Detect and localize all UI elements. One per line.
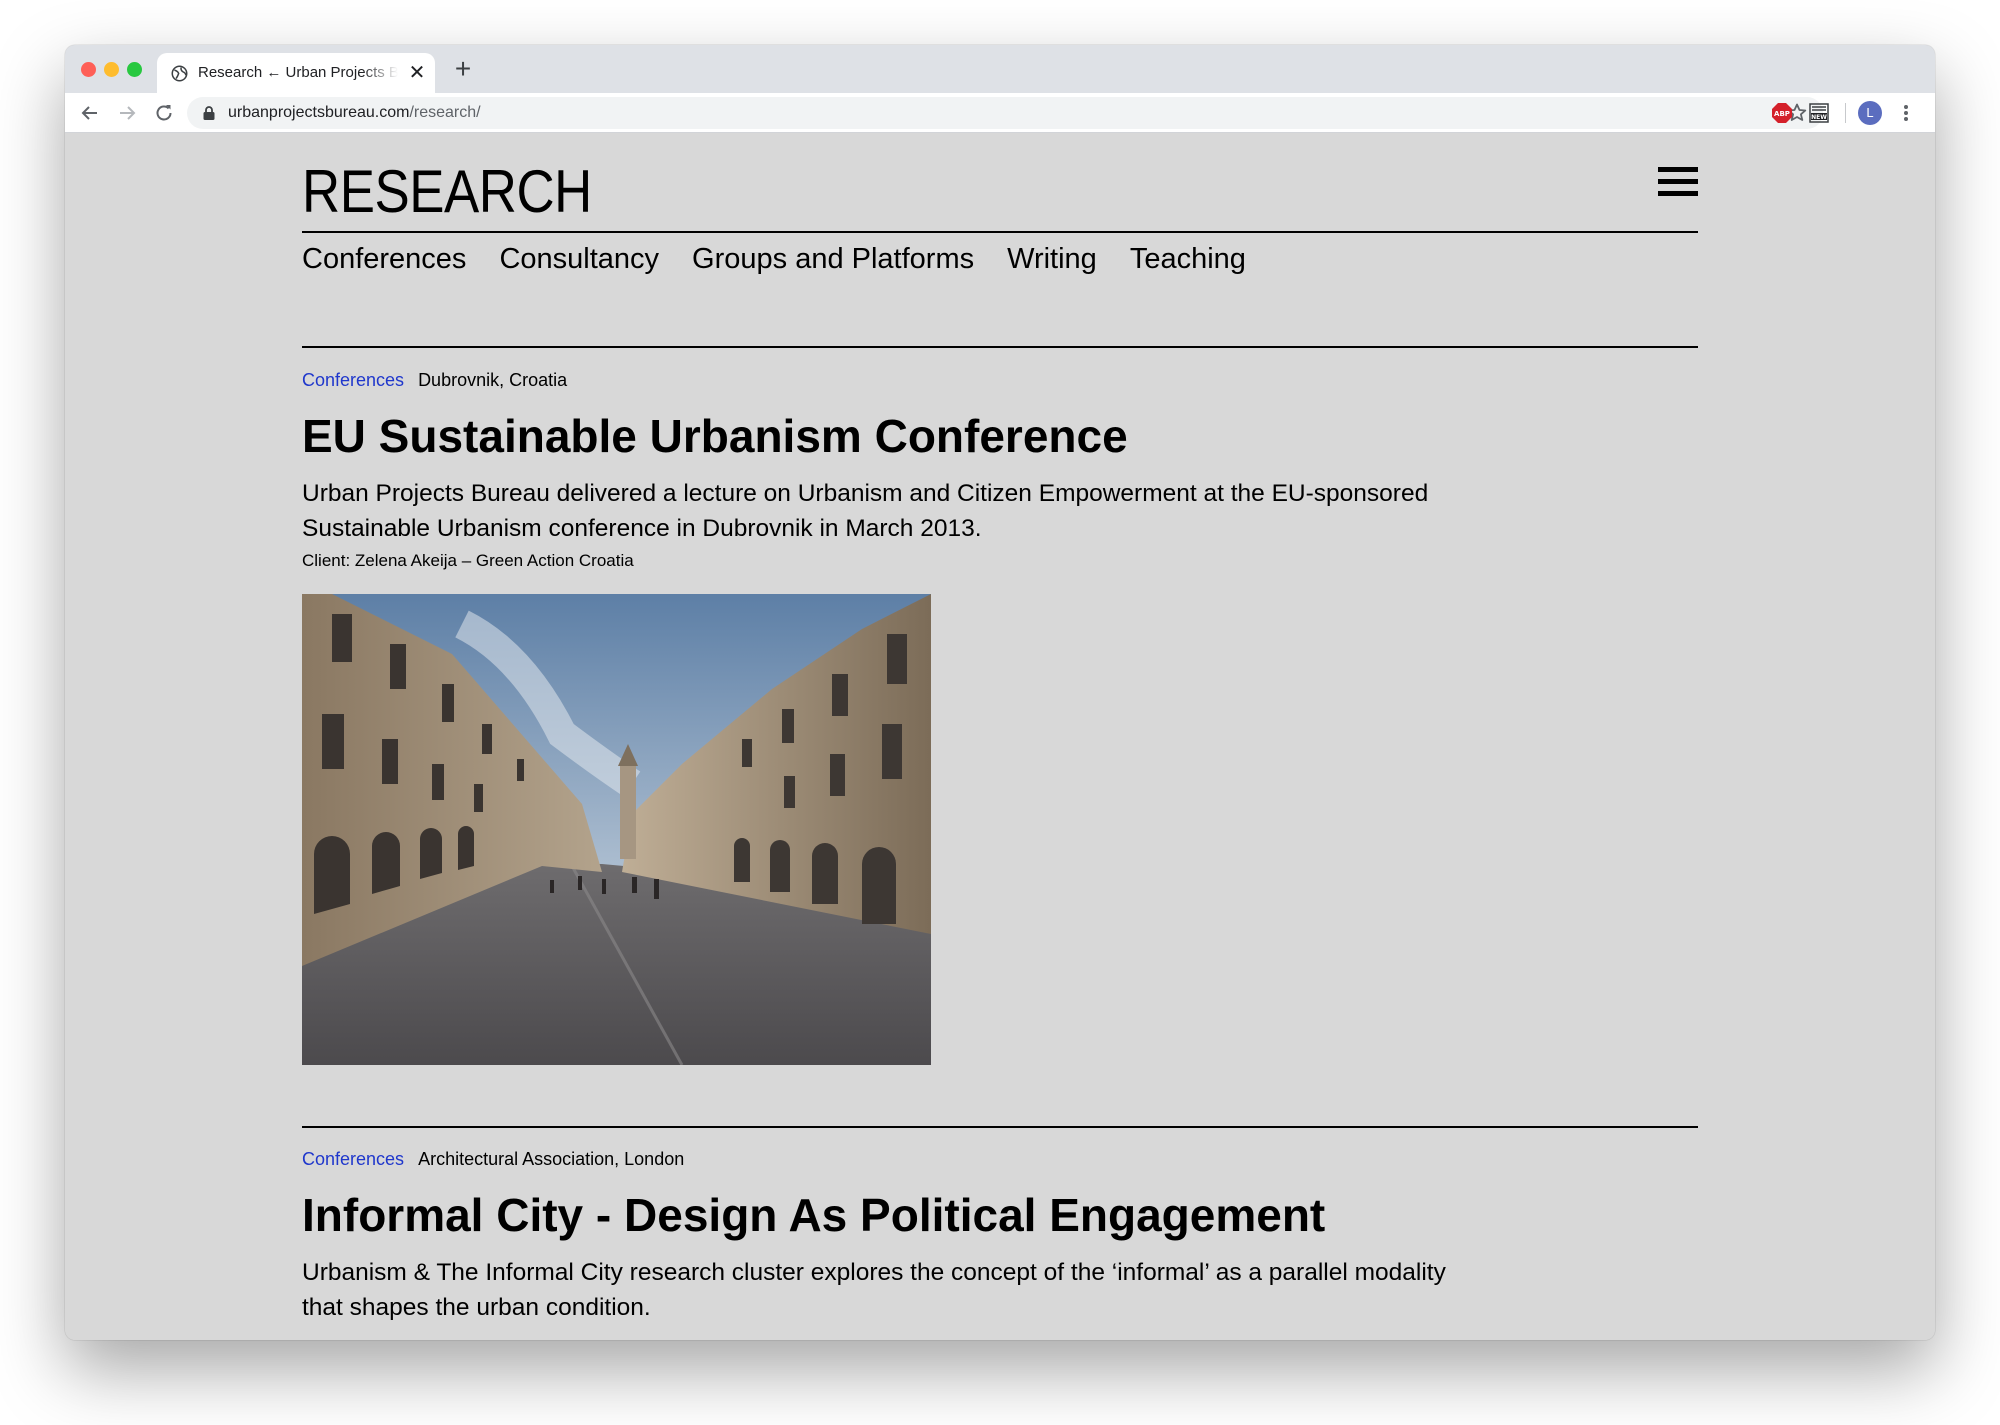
entry-meta: Conferences Architectural Association, Lo… — [302, 1147, 684, 1171]
nav-consultancy[interactable]: Consultancy — [499, 239, 659, 279]
entry-client: Client: Zelena Akeija – Green Action Cro… — [302, 551, 634, 570]
hamburger-bar — [1658, 179, 1698, 184]
entry-meta: Conferences Dubrovnik, Croatia — [302, 368, 567, 392]
more-menu-icon[interactable] — [1898, 101, 1914, 125]
minimize-window-button[interactable] — [104, 62, 119, 77]
hamburger-bar — [1658, 167, 1698, 172]
news-extension-icon[interactable]: NEW — [1808, 102, 1830, 124]
browser-toolbar: urbanprojectsbureau.com/research/ ABP NE… — [65, 93, 1935, 133]
back-arrow-icon[interactable] — [78, 101, 102, 125]
entry-title[interactable]: EU Sustainable Urbanism Conference — [302, 408, 1128, 464]
close-window-button[interactable] — [81, 62, 96, 77]
adblock-extension-label: ABP — [1774, 110, 1790, 118]
entry-description: Urbanism & The Informal City research cl… — [302, 1259, 1446, 1321]
menu-hamburger-icon[interactable] — [1658, 167, 1698, 197]
entry-description: Urban Projects Bureau delivered a lectur… — [302, 480, 1429, 542]
entry-category-link[interactable]: Conferences — [302, 1149, 404, 1169]
url-host: urbanprojectsbureau.com — [228, 104, 410, 121]
research-category-nav: Conferences Consultancy Groups and Platf… — [302, 239, 1279, 279]
tab-close-icon[interactable]: ✕ — [407, 63, 427, 83]
lock-icon[interactable] — [202, 105, 216, 121]
entry-location: Architectural Association, London — [418, 1149, 685, 1169]
hamburger-bar — [1658, 191, 1698, 196]
url-path: /research/ — [409, 104, 481, 121]
forward-arrow-icon[interactable] — [115, 101, 139, 125]
globe-icon — [171, 65, 188, 82]
toolbar-divider — [1845, 103, 1846, 123]
tab-title: Research ← Urban Projects Bureau — [198, 64, 398, 81]
entry-divider — [302, 1126, 1698, 1128]
header-divider — [302, 231, 1698, 233]
browser-tab-active[interactable]: Research ← Urban Projects Bureau ✕ — [157, 53, 435, 93]
browser-window: Research ← Urban Projects Bureau ✕ + urb… — [65, 45, 1935, 1340]
adblock-extension-icon[interactable]: ABP — [1771, 102, 1793, 124]
reload-icon[interactable] — [152, 101, 176, 125]
tab-bar: Research ← Urban Projects Bureau ✕ + — [65, 45, 1935, 93]
entry-location: Dubrovnik, Croatia — [418, 370, 568, 390]
entry-title[interactable]: Informal City - Design As Political Enga… — [302, 1187, 1325, 1243]
entry-divider — [302, 346, 1698, 348]
web-page: RESEARCH Conferences Consultancy Groups … — [65, 134, 1935, 1340]
profile-avatar[interactable]: L — [1858, 101, 1882, 125]
entry-photo[interactable] — [302, 594, 931, 1065]
dubrovnik-street-photo — [302, 594, 931, 1065]
nav-writing[interactable]: Writing — [1007, 239, 1097, 279]
nav-groups-and-platforms[interactable]: Groups and Platforms — [692, 239, 974, 279]
zoom-window-button[interactable] — [127, 62, 142, 77]
news-extension-label: NEW — [1811, 114, 1827, 121]
url-text[interactable]: urbanprojectsbureau.com/research/ — [228, 104, 481, 122]
page-title: RESEARCH — [302, 158, 592, 225]
entry-category-link[interactable]: Conferences — [302, 370, 404, 390]
nav-conferences[interactable]: Conferences — [302, 239, 466, 279]
nav-teaching[interactable]: Teaching — [1130, 239, 1246, 279]
address-bar[interactable]: urbanprojectsbureau.com/research/ — [187, 97, 1823, 129]
new-tab-button[interactable]: + — [448, 55, 478, 85]
